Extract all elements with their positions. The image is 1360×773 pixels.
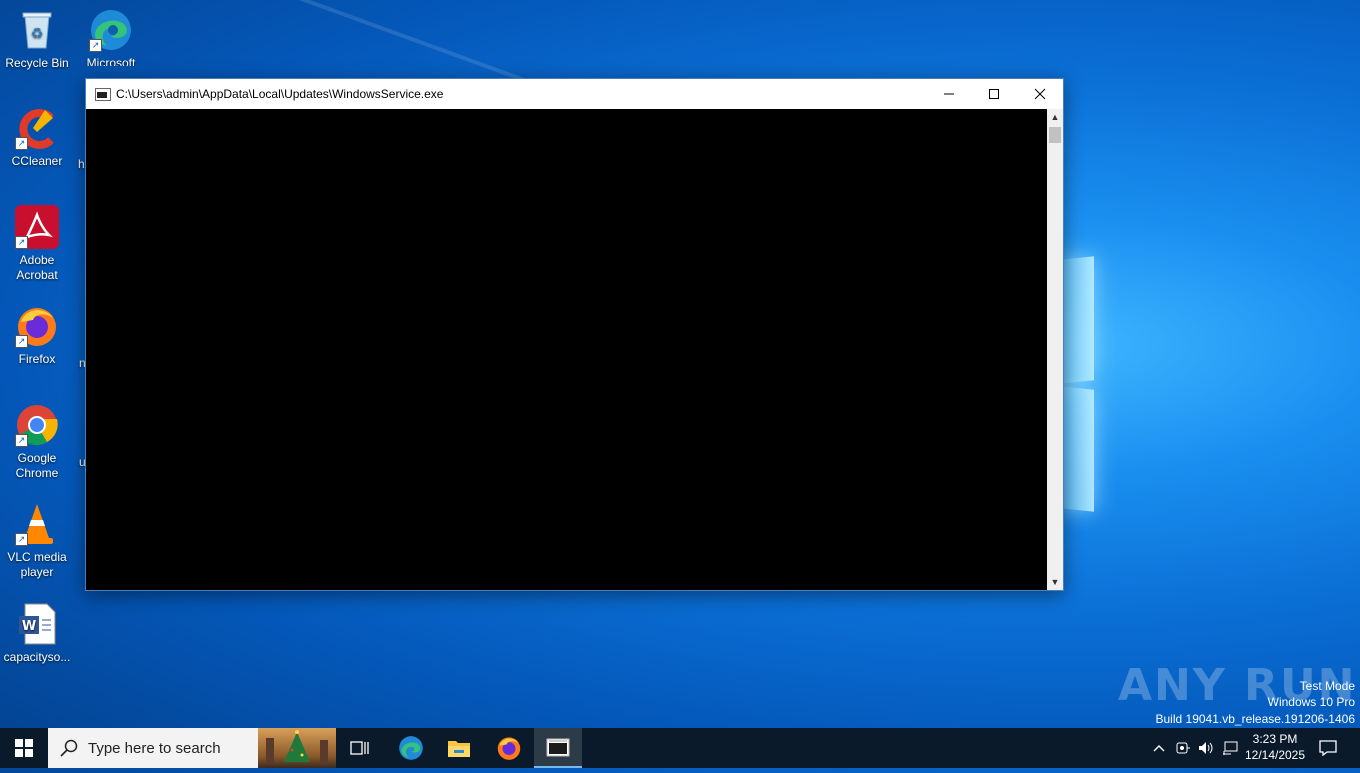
tray-network[interactable]: [1220, 728, 1240, 768]
console-icon: [546, 738, 570, 757]
action-center-button[interactable]: [1316, 728, 1340, 768]
search-icon: [60, 739, 78, 757]
close-button[interactable]: [1017, 79, 1063, 109]
desktop-icon-label: Adobe Acrobat: [16, 253, 58, 282]
speaker-icon: [1199, 742, 1213, 754]
taskbar-console-window[interactable]: [534, 728, 582, 768]
desktop-icon-label: VLC media player: [7, 550, 67, 579]
firefox-icon: ↗: [15, 304, 59, 348]
close-icon: [1034, 88, 1046, 100]
folder-icon: [448, 741, 470, 757]
scrollbar-thumb[interactable]: [1049, 127, 1061, 143]
build-label: Build 19041.vb_release.191206-1406: [1155, 712, 1356, 726]
window-title: C:\Users\admin\AppData\Local\Updates\Win…: [116, 87, 444, 101]
show-hidden-icons-button[interactable]: [1150, 728, 1168, 768]
task-view-button[interactable]: [336, 728, 384, 768]
windows-start-icon: [15, 739, 33, 757]
window-titlebar[interactable]: C:\Users\admin\AppData\Local\Updates\Win…: [86, 79, 1063, 109]
maximize-button[interactable]: [971, 79, 1017, 109]
minimize-icon: [944, 93, 954, 95]
desktop-icon-vlc[interactable]: ↗ VLC media player: [1, 502, 73, 580]
console-window[interactable]: C:\Users\admin\AppData\Local\Updates\Win…: [85, 78, 1064, 591]
tray-volume[interactable]: [1196, 728, 1216, 768]
network-icon: [1223, 741, 1238, 755]
taskbar: Type here to search 3:23 PM 12/14/2025: [0, 728, 1360, 768]
christmas-tree-icon: [266, 730, 328, 764]
desktop-icon-label: Google Chrome: [15, 451, 59, 480]
chrome-icon: ↗: [15, 403, 59, 447]
taskbar-clock[interactable]: 3:23 PM 12/14/2025: [1240, 731, 1310, 763]
scroll-up-arrow-icon[interactable]: ▲: [1047, 109, 1063, 125]
clock-date: 12/14/2025: [1244, 748, 1306, 762]
desktop-icon-ccleaner[interactable]: ↗ CCleaner: [1, 106, 73, 169]
firefox-icon: [497, 737, 521, 760]
word-document-icon: W: [15, 602, 59, 646]
desktop-icon-label: Recycle Bin: [5, 56, 69, 70]
vlc-icon: ↗: [15, 502, 59, 546]
taskbar-edge[interactable]: [387, 728, 435, 768]
maximize-icon: [989, 89, 999, 99]
console-app-icon: [95, 88, 111, 101]
clock-time: 3:23 PM: [1252, 732, 1298, 746]
console-output-area[interactable]: [86, 109, 1047, 590]
test-mode-label: Test Mode: [1299, 679, 1355, 693]
desktop-icon-label: Microsoft Edge: [86, 56, 136, 66]
partial-desktop-label: h: [78, 157, 85, 171]
svg-text:♻: ♻: [31, 26, 44, 42]
edge-icon: [399, 736, 423, 760]
taskbar-file-explorer[interactable]: [435, 728, 483, 768]
notification-icon: [1319, 740, 1337, 756]
network-device-icon: [1176, 742, 1190, 754]
desktop-icon-label: Firefox: [18, 352, 56, 366]
acrobat-icon: ↗: [15, 205, 59, 249]
recycle-bin-icon: ♻: [15, 8, 59, 52]
scroll-down-arrow-icon[interactable]: ▼: [1047, 574, 1063, 590]
desktop-icon-firefox[interactable]: ↗ Firefox: [1, 304, 73, 367]
windows-edition-label: Windows 10 Pro: [1267, 695, 1355, 709]
chevron-up-icon: [1153, 745, 1165, 752]
desktop-icon-recycle-bin[interactable]: ♻ Recycle Bin: [1, 8, 73, 71]
desktop-icon-chrome[interactable]: ↗ Google Chrome: [1, 403, 73, 481]
taskbar-search-box[interactable]: Type here to search: [48, 728, 336, 768]
start-button[interactable]: [0, 728, 48, 768]
search-highlight-illustration[interactable]: [258, 728, 336, 768]
wallpaper-windows-logo: [1060, 256, 1100, 512]
svg-text:W: W: [22, 619, 36, 634]
taskbar-firefox[interactable]: [485, 728, 533, 768]
minimize-button[interactable]: [926, 79, 972, 109]
task-view-icon: [350, 741, 369, 755]
search-placeholder: Type here to search: [88, 740, 221, 757]
ccleaner-icon: ↗: [15, 106, 59, 150]
desktop-icon-label: CCleaner: [11, 154, 63, 168]
desktop-icon-label: capacityso...: [3, 650, 71, 664]
tray-network-adapter[interactable]: [1173, 728, 1193, 768]
edge-icon: ↗: [89, 8, 133, 52]
vertical-scrollbar[interactable]: ▲ ▼: [1047, 109, 1063, 590]
desktop-icon-edge[interactable]: ↗ Microsoft Edge: [75, 8, 147, 66]
desktop-icon-word-document[interactable]: W capacityso...: [1, 602, 73, 665]
desktop-icon-acrobat[interactable]: ↗ Adobe Acrobat: [1, 205, 73, 283]
